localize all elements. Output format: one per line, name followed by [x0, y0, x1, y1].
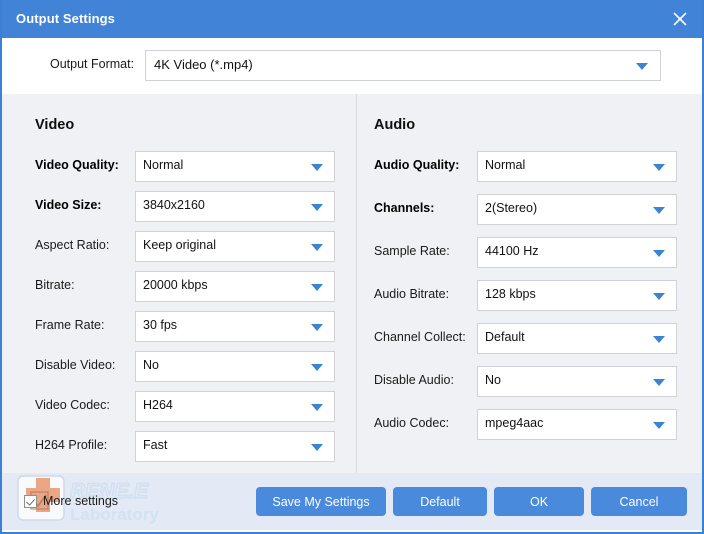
audio-panel-title: Audio — [374, 117, 416, 133]
audio-panel: Audio Audio Quality: Normal Channels: 2(Ste… — [357, 94, 702, 473]
setting-select[interactable]: Normal — [135, 151, 335, 182]
close-icon[interactable] — [666, 6, 694, 32]
setting-label: Aspect Ratio: — [35, 238, 110, 252]
chevron-down-icon — [311, 284, 323, 291]
setting-select[interactable]: H264 — [135, 391, 335, 422]
chevron-down-icon — [653, 207, 665, 214]
setting-row: Channels: 2(Stereo) — [374, 194, 694, 225]
more-settings-checkbox[interactable] — [24, 494, 37, 508]
setting-value: Keep original — [143, 238, 216, 252]
chevron-down-icon — [653, 164, 665, 171]
setting-value: 44100 Hz — [485, 244, 539, 258]
setting-label: Frame Rate: — [35, 318, 105, 332]
setting-value: No — [485, 373, 501, 387]
chevron-down-icon — [311, 164, 323, 171]
settings-panels: Video Video Quality: Normal Video Size: 384… — [2, 94, 702, 473]
setting-label: H264 Profile: — [35, 438, 108, 452]
video-panel-title: Video — [35, 117, 75, 133]
setting-value: Fast — [143, 438, 168, 452]
setting-label: Audio Codec: — [374, 416, 450, 430]
setting-row: Video Quality: Normal — [35, 151, 335, 182]
setting-label: Sample Rate: — [374, 244, 450, 258]
setting-row: Disable Audio: No — [374, 366, 694, 397]
setting-select[interactable]: Normal — [477, 151, 677, 182]
setting-label: Audio Bitrate: — [374, 287, 450, 301]
setting-label: Video Codec: — [35, 398, 110, 412]
setting-value: 2(Stereo) — [485, 201, 538, 215]
output-format-select[interactable]: 4K Video (*.mp4) — [145, 50, 661, 81]
chevron-down-icon — [653, 336, 665, 343]
setting-select[interactable]: 44100 Hz — [477, 237, 677, 268]
chevron-down-icon — [653, 379, 665, 386]
setting-select[interactable]: 30 fps — [135, 311, 335, 342]
setting-label: Video Size: — [35, 198, 102, 212]
dialog-footer: More settings Save My Settings Default O… — [2, 473, 702, 530]
setting-label: Video Quality: — [35, 158, 119, 172]
setting-row: Video Size: 3840x2160 — [35, 191, 335, 222]
page-title: Output Settings — [16, 11, 115, 26]
setting-row: Aspect Ratio: Keep original — [35, 231, 335, 262]
setting-select[interactable]: No — [477, 366, 677, 397]
setting-value: 128 kbps — [485, 287, 536, 301]
chevron-down-icon — [653, 293, 665, 300]
cancel-button[interactable]: Cancel — [591, 487, 687, 516]
setting-row: Bitrate: 20000 kbps — [35, 271, 335, 302]
setting-row: Channel Collect: Default — [374, 323, 694, 354]
output-format-row: Output Format: 4K Video (*.mp4) — [2, 38, 702, 94]
setting-value: Normal — [485, 158, 526, 172]
setting-select[interactable]: Fast — [135, 431, 335, 462]
setting-select[interactable]: 3840x2160 — [135, 191, 335, 222]
video-panel: Video Video Quality: Normal Video Size: 384… — [2, 94, 356, 473]
setting-value: No — [143, 358, 159, 372]
setting-row: Video Codec: H264 — [35, 391, 335, 422]
chevron-down-icon — [311, 444, 323, 451]
chevron-down-icon — [653, 422, 665, 429]
output-settings-dialog: Output Settings Output Format: 4K Video … — [0, 0, 704, 534]
setting-value: Default — [485, 330, 525, 344]
setting-value: 30 fps — [143, 318, 178, 332]
setting-select[interactable]: Keep original — [135, 231, 335, 262]
setting-label: Channels: — [374, 201, 435, 215]
chevron-down-icon — [653, 250, 665, 257]
default-button[interactable]: Default — [393, 487, 487, 516]
chevron-down-icon — [311, 324, 323, 331]
output-format-label: Output Format: — [50, 57, 135, 71]
more-settings-toggle[interactable]: More settings — [24, 494, 118, 508]
setting-select[interactable]: No — [135, 351, 335, 382]
save-my-settings-button[interactable]: Save My Settings — [256, 487, 386, 516]
setting-select[interactable]: mpeg4aac — [477, 409, 677, 440]
chevron-down-icon — [311, 204, 323, 211]
setting-label: Disable Video: — [35, 358, 116, 372]
setting-row: Audio Quality: Normal — [374, 151, 694, 182]
setting-value: H264 — [143, 398, 173, 412]
more-settings-label: More settings — [43, 494, 119, 508]
setting-value: 3840x2160 — [143, 198, 205, 212]
setting-select[interactable]: 2(Stereo) — [477, 194, 677, 225]
setting-row: H264 Profile: Fast — [35, 431, 335, 462]
chevron-down-icon — [636, 63, 648, 70]
setting-row: Audio Bitrate: 128 kbps — [374, 280, 694, 311]
title-bar: Output Settings — [2, 0, 702, 38]
ok-button[interactable]: OK — [494, 487, 584, 516]
chevron-down-icon — [311, 364, 323, 371]
chevron-down-icon — [311, 404, 323, 411]
setting-label: Disable Audio: — [374, 373, 454, 387]
setting-label: Channel Collect: — [374, 330, 466, 344]
setting-value: mpeg4aac — [485, 416, 544, 430]
chevron-down-icon — [311, 244, 323, 251]
setting-select[interactable]: 128 kbps — [477, 280, 677, 311]
setting-label: Audio Quality: — [374, 158, 460, 172]
setting-value: 20000 kbps — [143, 278, 208, 292]
setting-row: Frame Rate: 30 fps — [35, 311, 335, 342]
setting-row: Audio Codec: mpeg4aac — [374, 409, 694, 440]
setting-value: Normal — [143, 158, 184, 172]
setting-select[interactable]: Default — [477, 323, 677, 354]
setting-row: Sample Rate: 44100 Hz — [374, 237, 694, 268]
output-format-value: 4K Video (*.mp4) — [154, 57, 253, 72]
setting-select[interactable]: 20000 kbps — [135, 271, 335, 302]
setting-row: Disable Video: No — [35, 351, 335, 382]
setting-label: Bitrate: — [35, 278, 75, 292]
